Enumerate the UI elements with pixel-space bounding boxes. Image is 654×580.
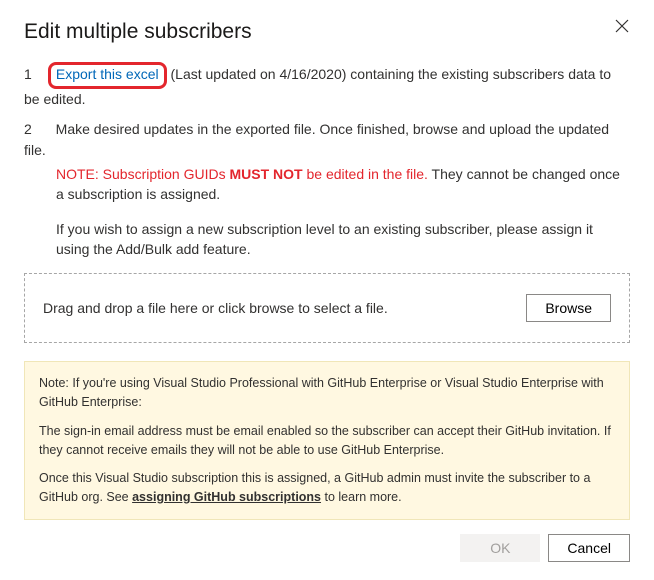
step-2-note: NOTE: Subscription GUIDs MUST NOT be edi…	[56, 164, 630, 205]
export-excel-link[interactable]: Export this excel	[55, 64, 160, 84]
export-highlight: Export this excel	[48, 62, 167, 89]
ok-button: OK	[460, 534, 540, 562]
step-1-num: 1	[24, 64, 44, 84]
edit-subscribers-dialog: Edit multiple subscribers 1 Export this …	[0, 0, 654, 580]
note-red-bold: MUST NOT	[230, 166, 303, 182]
step-2: 2 Make desired updates in the exported f…	[24, 119, 630, 259]
step-2-text: Make desired updates in the exported fil…	[24, 121, 609, 157]
note-p1: Note: If you're using Visual Studio Prof…	[39, 374, 615, 412]
dropzone-text: Drag and drop a file here or click brows…	[43, 300, 388, 316]
close-icon	[615, 19, 629, 33]
dialog-title: Edit multiple subscribers	[24, 20, 630, 44]
note-p3: Once this Visual Studio subscription thi…	[39, 469, 615, 507]
step-1: 1 Export this excel (Last updated on 4/1…	[24, 62, 630, 109]
note-red-suffix: be edited in the file.	[303, 166, 428, 182]
note-p2: The sign-in email address must be email …	[39, 422, 615, 460]
browse-button[interactable]: Browse	[526, 294, 611, 322]
steps-list: 1 Export this excel (Last updated on 4/1…	[24, 62, 630, 259]
note-red-prefix: NOTE: Subscription GUIDs	[56, 166, 230, 182]
cancel-button[interactable]: Cancel	[548, 534, 630, 562]
dialog-footer: OK Cancel	[24, 534, 630, 562]
step-2-reassign: If you wish to assign a new subscription…	[56, 219, 630, 260]
assign-github-link[interactable]: assigning GitHub subscriptions	[132, 490, 321, 504]
close-button[interactable]	[610, 14, 634, 38]
step-2-num: 2	[24, 119, 44, 139]
github-note-box: Note: If you're using Visual Studio Prof…	[24, 361, 630, 520]
file-dropzone[interactable]: Drag and drop a file here or click brows…	[24, 273, 630, 343]
